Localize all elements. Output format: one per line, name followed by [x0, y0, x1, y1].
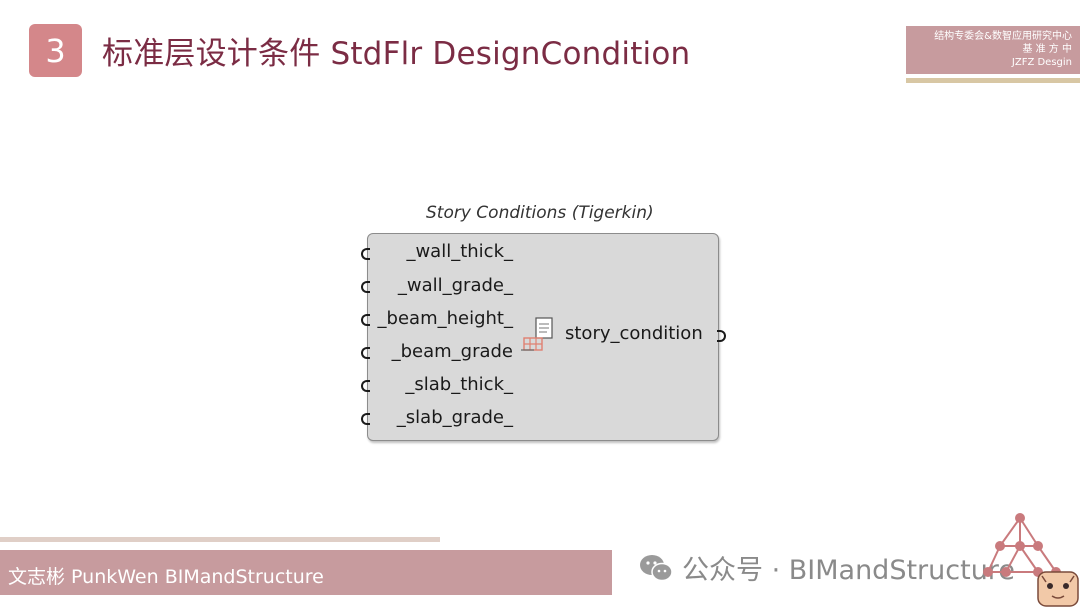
- input-param[interactable]: _wall_thick_: [406, 240, 513, 264]
- wechat-icon: [640, 554, 673, 581]
- page-title: 标准层设计条件 StdFlr DesignCondition: [102, 36, 691, 72]
- tiger-network-logo: [983, 513, 1079, 607]
- input-param[interactable]: _wall_grade_: [398, 274, 513, 298]
- footer-divider: [0, 537, 440, 542]
- input-param[interactable]: _slab_thick_: [405, 373, 513, 397]
- watermark-text: 公众号 · BIMandStructure: [682, 555, 1015, 586]
- input-grip[interactable]: [361, 413, 370, 425]
- watermark: 公众号 · BIMandStructure: [638, 548, 1015, 587]
- section-number-badge: 3: [29, 24, 82, 77]
- corner-label: 结构专委会&数智应用研究中心 基 准 方 中 JZFZ Desgin: [906, 26, 1080, 74]
- input-grip[interactable]: [361, 380, 370, 392]
- input-grip[interactable]: [361, 248, 370, 260]
- grasshopper-component[interactable]: _wall_thick_ _wall_grade_ _beam_height_ …: [361, 233, 726, 441]
- corner-label-line3: JZFZ Desgin: [1011, 57, 1072, 68]
- section-number: 3: [45, 31, 66, 70]
- input-grip[interactable]: [361, 281, 370, 293]
- corner-label-line2: 基 准 方 中: [1022, 44, 1072, 55]
- output-grip[interactable]: [717, 330, 726, 342]
- output-param[interactable]: story_condition: [565, 323, 703, 344]
- input-param[interactable]: _beam_height_: [378, 307, 513, 331]
- corner-divider: [906, 78, 1080, 83]
- author-text: 文志彬 PunkWen BIMandStructure: [8, 566, 324, 588]
- input-param[interactable]: _beam_grade: [392, 340, 513, 364]
- input-param[interactable]: _slab_grade_: [397, 406, 513, 430]
- tigerkin-component-icon: [521, 317, 553, 351]
- component-caption: Story Conditions (Tigerkin): [426, 203, 654, 223]
- corner-label-line1: 结构专委会&数智应用研究中心: [934, 31, 1072, 42]
- input-grip[interactable]: [361, 314, 370, 326]
- input-grip[interactable]: [361, 347, 370, 359]
